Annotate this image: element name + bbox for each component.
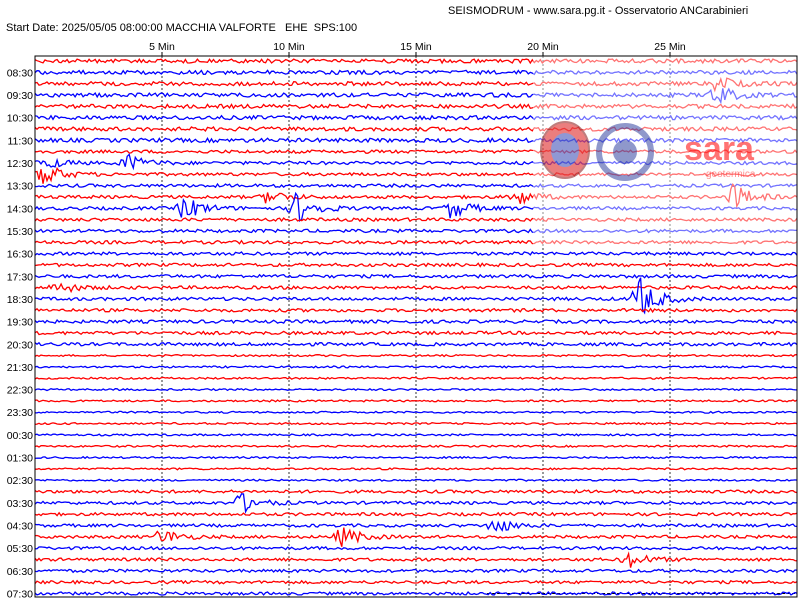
y-tick-label: 02:30 [7, 475, 33, 487]
y-tick-label: 10:30 [7, 113, 33, 125]
watermark-subtitle: geotermica [706, 169, 756, 180]
y-tick-label: 19:30 [7, 317, 33, 329]
y-tick-label: 05:30 [7, 543, 33, 555]
seismogram-plot: sara geotermica 5 Min 10 Min 15 Min 20 Min 2… [7, 41, 798, 600]
watermark: sara geotermica [533, 56, 797, 246]
x-tick-label: 10 Min [273, 41, 305, 53]
y-tick-label: 20:30 [7, 339, 33, 351]
y-tick-label: 04:30 [7, 521, 33, 533]
y-tick-label: 12:30 [7, 158, 33, 170]
y-tick-label: 23:30 [7, 407, 33, 419]
watermark-brand: sara [684, 130, 755, 168]
y-tick-label: 18:30 [7, 294, 33, 306]
y-tick-label: 00:30 [7, 430, 33, 442]
y-tick-label: 07:30 [7, 589, 33, 600]
y-tick-label: 11:30 [8, 135, 34, 147]
y-tick-label: 09:30 [7, 90, 33, 102]
y-tick-label: 17:30 [7, 271, 33, 283]
x-tick-label: 20 Min [527, 41, 559, 53]
y-tick-label: 01:30 [7, 453, 33, 465]
x-tick-label: 25 Min [654, 41, 686, 53]
y-tick-label: 08:30 [7, 67, 33, 79]
y-tick-label: 03:30 [7, 498, 33, 510]
y-tick-label: 06:30 [7, 566, 33, 578]
y-tick-label: 13:30 [7, 181, 33, 193]
x-tick-label: 5 Min [149, 41, 175, 53]
y-tick-label: 21:30 [7, 362, 33, 374]
y-tick-label: 22:30 [7, 385, 33, 397]
y-tick-label: 14:30 [7, 203, 33, 215]
y-tick-label: 15:30 [7, 226, 33, 238]
x-tick-label: 15 Min [400, 41, 432, 53]
y-tick-label: 16:30 [7, 249, 33, 261]
